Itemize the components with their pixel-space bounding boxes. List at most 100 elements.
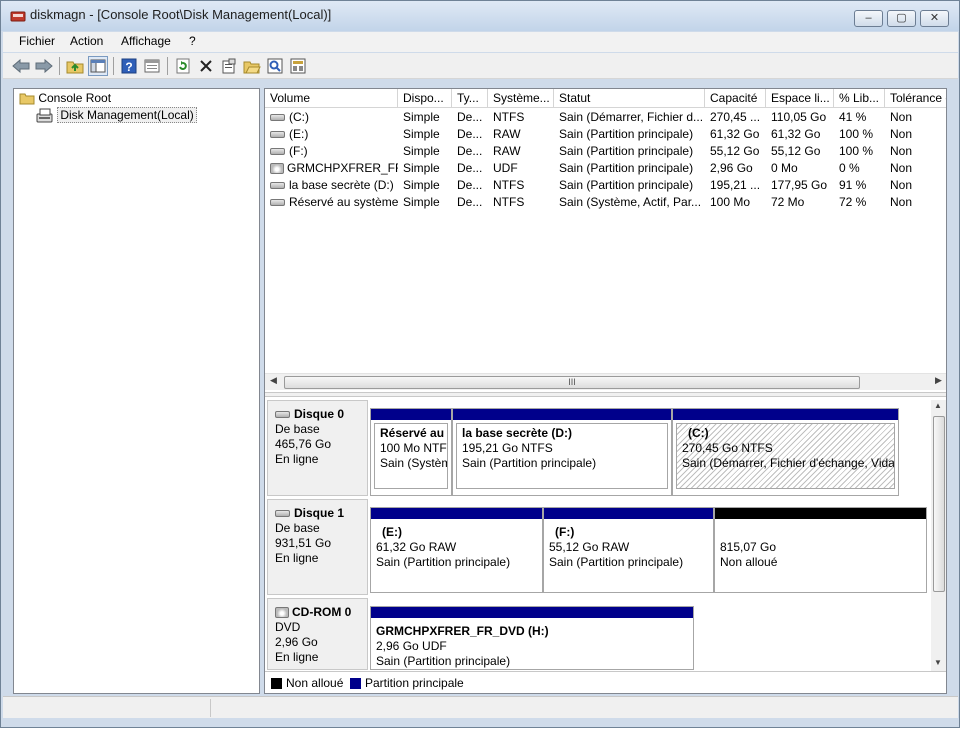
table-cell: 61,32 Go: [710, 127, 760, 141]
partition-h[interactable]: GRMCHPXFRER_FR_DVD (H:) 2,96 Go UDF Sain…: [370, 606, 694, 670]
table-cell: 41 %: [839, 110, 867, 124]
table-row[interactable]: GRMCHPXFRER_FR... Simple De... UDF Sain (Par…: [265, 160, 946, 177]
table-cell: Simple: [403, 178, 440, 192]
column-header-capacity[interactable]: Capacité: [705, 89, 766, 108]
disk-state: En ligne: [275, 551, 319, 565]
menu-help[interactable]: ?: [189, 34, 196, 48]
table-cell: 270,45 ...: [710, 110, 761, 124]
disk-name: Disque 1: [294, 506, 345, 520]
table-cell: De...: [457, 110, 483, 124]
up-folder-icon[interactable]: [65, 56, 85, 76]
column-header-volume[interactable]: Volume: [265, 89, 398, 108]
partition-reserved[interactable]: Réservé au s 100 Mo NTFS Sain (Systèm: [370, 408, 452, 496]
export-icon[interactable]: [288, 56, 308, 76]
disk-type: De base: [275, 422, 320, 436]
table-cell: 72 %: [839, 195, 867, 209]
partition-e[interactable]: (E:) 61,32 Go RAW Sain (Partition princi…: [370, 507, 543, 593]
table-row[interactable]: (C:) Simple De... NTFS Sain (Démarrer, Fichi…: [265, 109, 946, 126]
column-header-free-space[interactable]: Espace li...: [766, 89, 834, 108]
partition-c[interactable]: (C:) 270,45 Go NTFS Sain (Démarrer, Fich…: [672, 408, 899, 496]
legend-label-primary: Partition principale: [365, 676, 464, 690]
scroll-up-arrow-icon[interactable]: ▲: [934, 401, 942, 410]
partition-status: Sain (Partition principale): [462, 456, 597, 470]
table-row[interactable]: (E:) Simple De... RAW Sain (Partition princi…: [265, 126, 946, 143]
partition-unallocated[interactable]: 815,07 Go Non alloué: [714, 507, 927, 593]
partition-name: (E:): [382, 525, 402, 539]
partition-name: GRMCHPXFRER_FR_DVD (H:): [376, 624, 549, 638]
cd-drive-icon: [275, 607, 289, 619]
menu-affichage[interactable]: Affichage: [121, 34, 171, 48]
scroll-left-arrow-icon[interactable]: ◀: [270, 375, 277, 386]
status-bar-divider: [210, 699, 211, 717]
cdrom-0-label[interactable]: CD-ROM 0 DVD 2,96 Go En ligne: [267, 598, 368, 670]
disk-state: En ligne: [275, 452, 319, 466]
horizontal-scrollbar[interactable]: ◀ III ▶: [265, 373, 946, 390]
table-row[interactable]: (F:) Simple De... RAW Sain (Partition princi…: [265, 143, 946, 160]
scroll-down-arrow-icon[interactable]: ▼: [934, 658, 942, 667]
table-cell: Sain (Partition principale): [559, 144, 694, 158]
tree-item-disk-management[interactable]: Disk Management(Local): [36, 107, 197, 123]
partition-d[interactable]: la base secrète (D:) 195,21 Go NTFS Sain…: [452, 408, 672, 496]
column-header-layout[interactable]: Dispo...: [398, 89, 452, 108]
disk-type: DVD: [275, 620, 301, 634]
toolbar: ?: [3, 53, 958, 79]
tree-item-label: Disk Management(Local): [57, 107, 197, 123]
table-cell: NTFS: [493, 178, 525, 192]
console-icon[interactable]: [142, 56, 162, 76]
disk-1-label[interactable]: Disque 1 De base 931,51 Go En ligne: [267, 499, 368, 595]
close-button[interactable]: ✕: [920, 10, 949, 27]
table-cell: 195,21 ...: [710, 178, 761, 192]
show-hide-tree-icon[interactable]: [88, 56, 108, 76]
column-header-type[interactable]: Ty...: [452, 89, 488, 108]
partition-size: 61,32 Go RAW: [376, 540, 457, 554]
delete-icon[interactable]: [196, 56, 216, 76]
back-arrow-icon[interactable]: [11, 56, 31, 76]
scroll-right-arrow-icon[interactable]: ▶: [935, 375, 942, 386]
menu-fichier[interactable]: Fichier: [19, 34, 55, 48]
partition-f[interactable]: (F:) 55,12 Go RAW Sain (Partition princi…: [543, 507, 714, 593]
column-header-filesystem[interactable]: Système...: [488, 89, 554, 108]
disk-0-label[interactable]: Disque 0 De base 465,76 Go En ligne: [267, 400, 368, 496]
tree-item-console-root[interactable]: Console Root: [19, 91, 111, 105]
table-row[interactable]: Réservé au système Simple De... NTFS Sain (S…: [265, 194, 946, 211]
help-icon[interactable]: ?: [119, 56, 139, 76]
table-row[interactable]: la base secrète (D:) Simple De... NTFS Sain …: [265, 177, 946, 194]
table-cell: De...: [457, 127, 483, 141]
forward-arrow-icon[interactable]: [34, 56, 54, 76]
tree-item-label: Console Root: [38, 91, 112, 105]
partition-size: 270,45 Go NTFS: [682, 441, 773, 455]
table-cell: 100 %: [839, 127, 874, 141]
table-cell: 0 Mo: [771, 161, 798, 175]
console-tree-pane: Console Root Disk Management(Local): [13, 88, 260, 694]
partition-status: Non alloué: [720, 555, 778, 569]
rescan-icon[interactable]: [265, 56, 285, 76]
partition-status: Sain (Démarrer, Fichier d'échange, Vidag: [682, 456, 895, 470]
column-header-fault-tolerance[interactable]: Tolérance c: [885, 89, 946, 108]
table-cell: Simple: [403, 161, 440, 175]
partition-size: 195,21 Go NTFS: [462, 441, 553, 455]
column-header-status[interactable]: Statut: [554, 89, 705, 108]
table-cell: 2,96 Go: [710, 161, 753, 175]
volume-name: (E:): [289, 127, 309, 141]
horizontal-scroll-thumb[interactable]: III: [284, 376, 860, 389]
vertical-scroll-thumb[interactable]: [933, 416, 945, 592]
open-icon[interactable]: [242, 56, 262, 76]
volume-name: GRMCHPXFRER_FR...: [287, 161, 398, 175]
vertical-scrollbar[interactable]: ▲ ▼: [931, 400, 946, 672]
title-bar[interactable]: diskmagn - [Console Root\Disk Management…: [1, 1, 959, 31]
table-cell: De...: [457, 178, 483, 192]
pane-splitter[interactable]: [265, 392, 946, 397]
maximize-button[interactable]: ▢: [887, 10, 916, 27]
disk-name: CD-ROM 0: [292, 605, 352, 619]
column-header-percent-free[interactable]: % Lib...: [834, 89, 885, 108]
legend-swatch-unallocated: [271, 678, 282, 689]
table-cell: Non: [890, 195, 913, 209]
refresh-icon[interactable]: [173, 56, 193, 76]
minimize-button[interactable]: –: [854, 10, 883, 27]
properties-icon[interactable]: [219, 56, 239, 76]
table-cell: Simple: [403, 110, 440, 124]
volume-drive-icon: [270, 114, 285, 122]
menu-action[interactable]: Action: [70, 34, 103, 48]
disk-size: 465,76 Go: [275, 437, 332, 451]
table-cell: Simple: [403, 195, 440, 209]
